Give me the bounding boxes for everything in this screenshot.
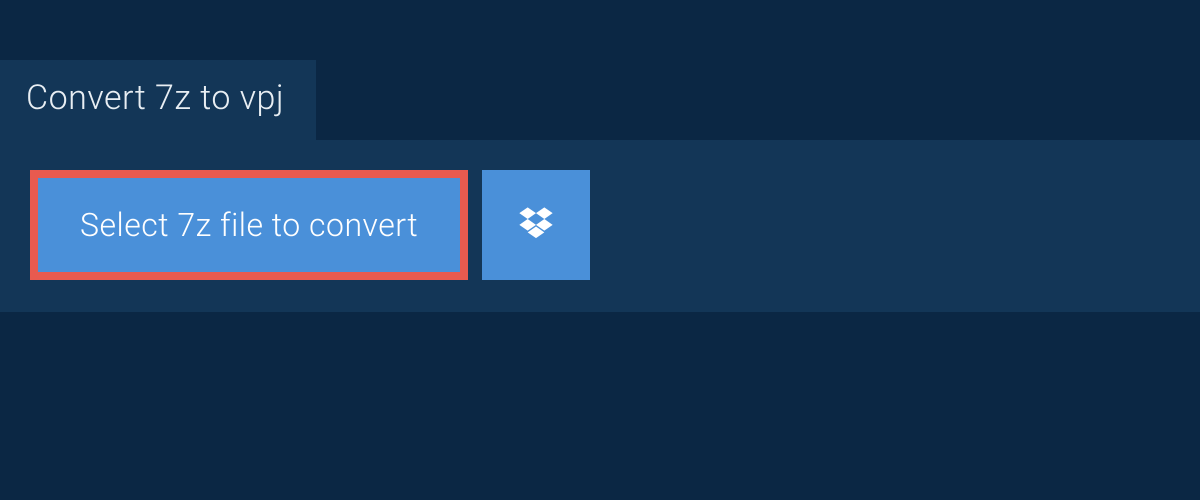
tab-label: Convert 7z to vpj xyxy=(26,78,284,118)
select-file-label: Select 7z file to convert xyxy=(80,206,418,244)
tab-bar: Convert 7z to vpj xyxy=(0,0,1200,140)
convert-panel: Select 7z file to convert xyxy=(0,140,1200,312)
dropbox-button[interactable] xyxy=(482,170,590,280)
dropbox-icon xyxy=(516,204,556,247)
select-file-button[interactable]: Select 7z file to convert xyxy=(30,170,468,280)
action-row: Select 7z file to convert xyxy=(30,170,1170,280)
tab-convert[interactable]: Convert 7z to vpj xyxy=(0,60,316,140)
page-spacer xyxy=(0,312,1200,472)
